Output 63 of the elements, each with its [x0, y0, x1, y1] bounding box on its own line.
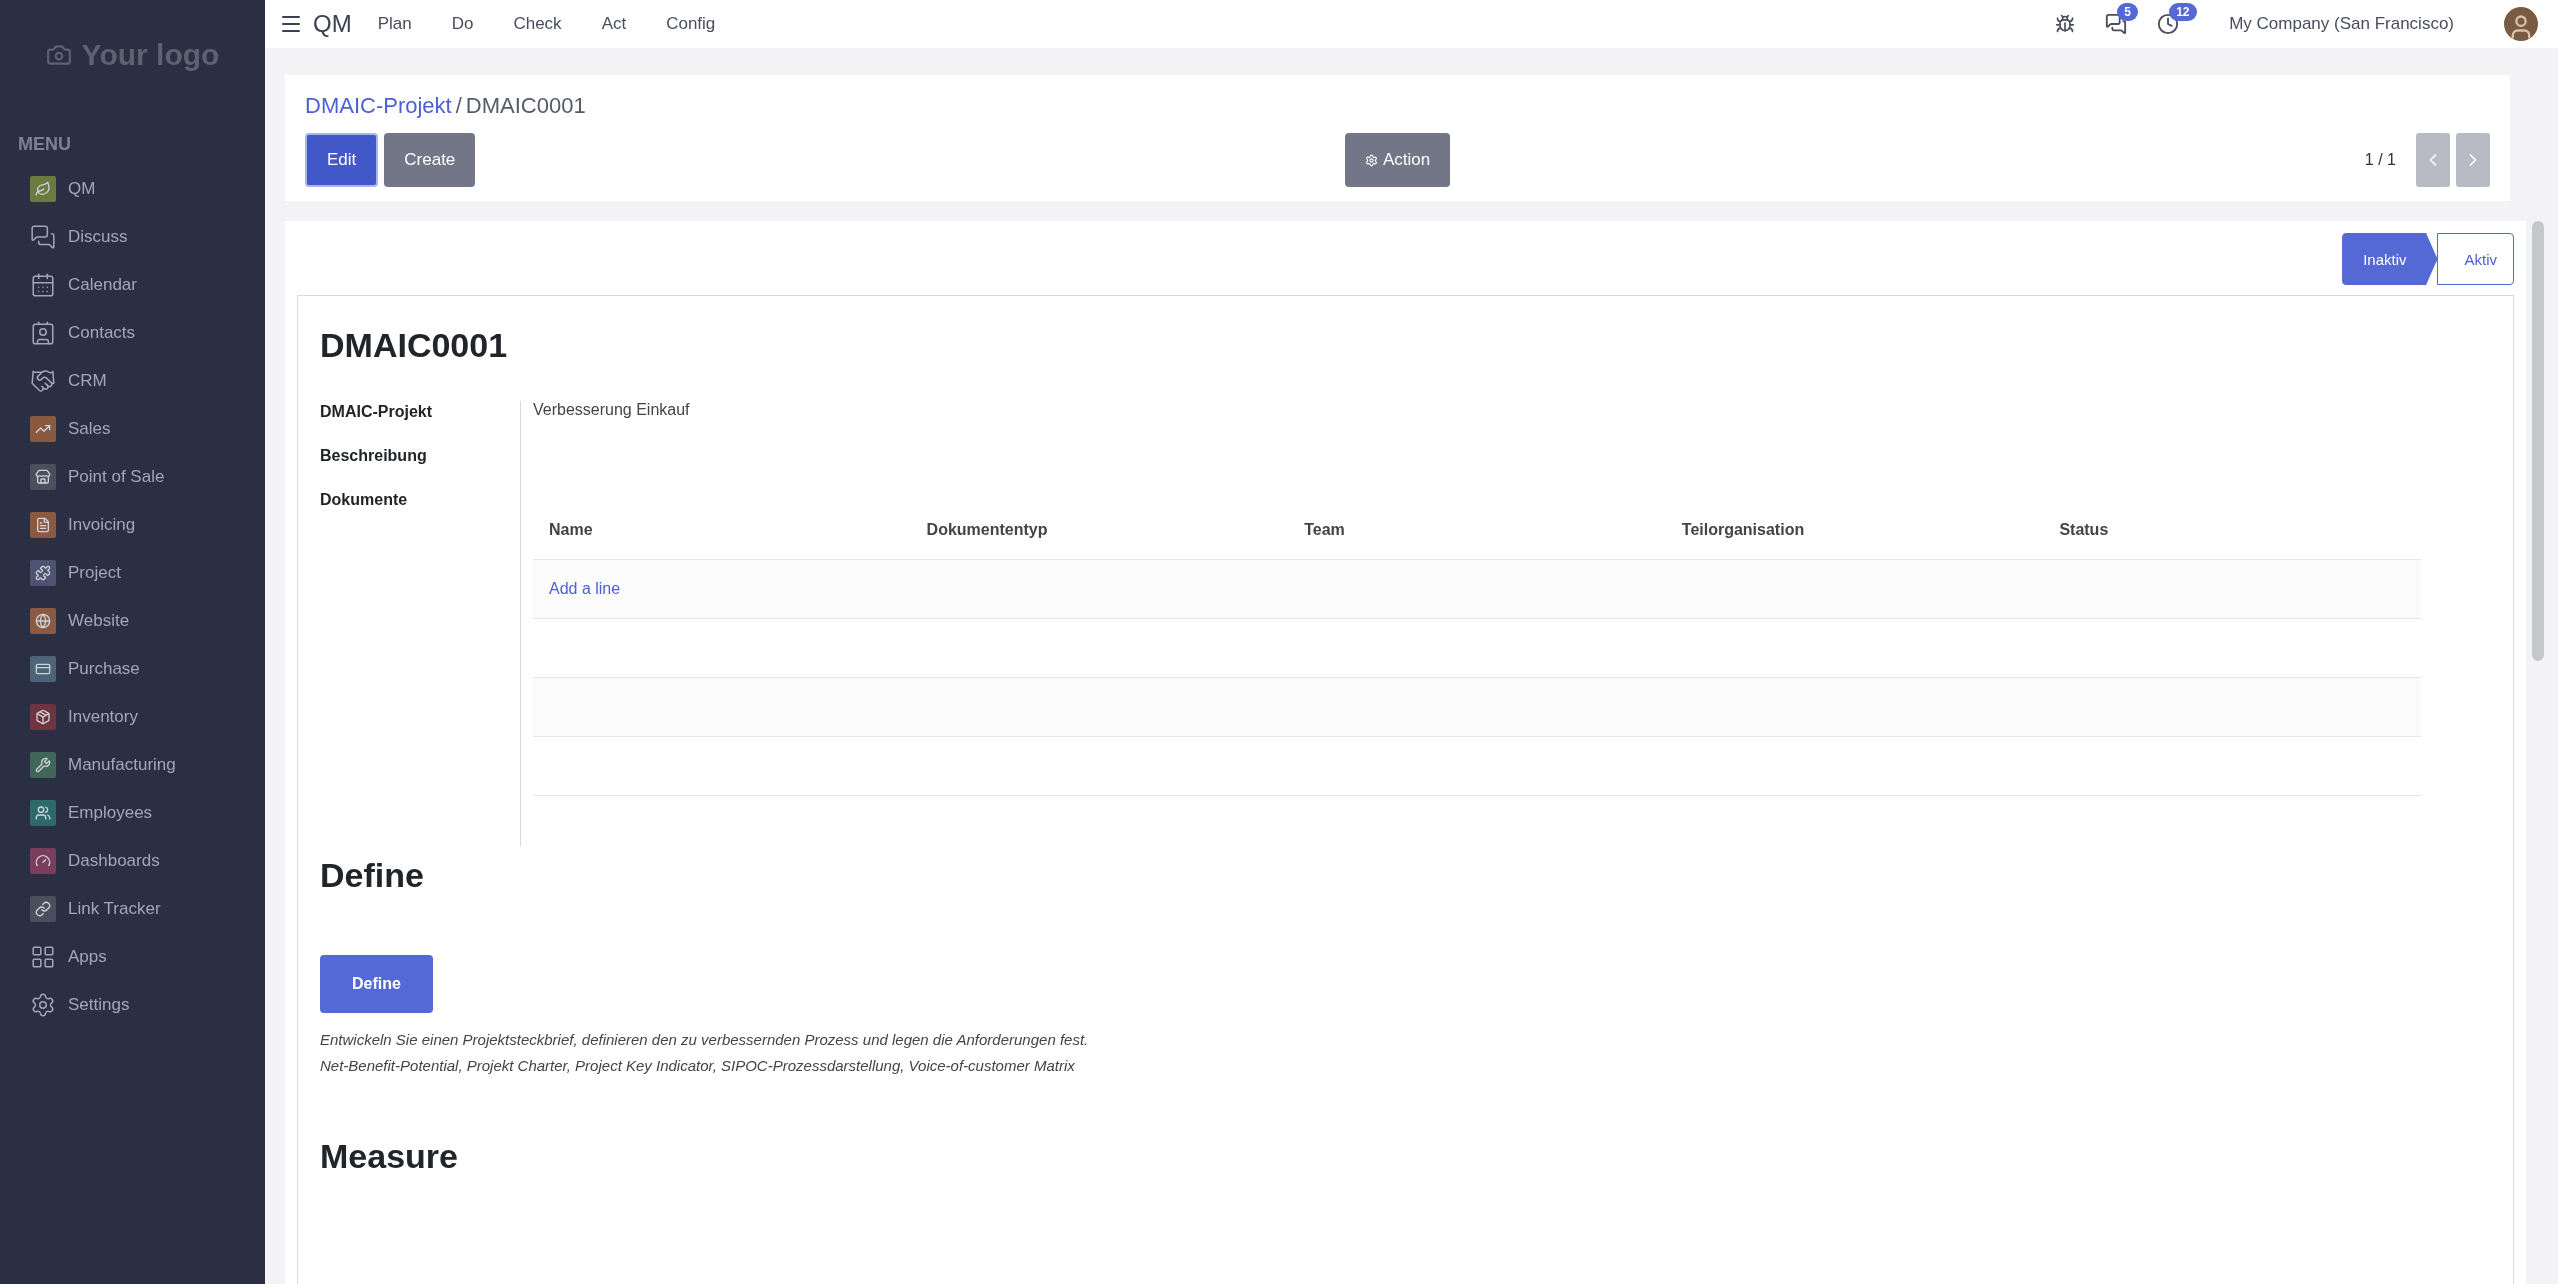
edit-button[interactable]: Edit: [305, 133, 379, 187]
sidebar-item[interactable]: Contacts: [0, 309, 265, 357]
top-menu-item[interactable]: Plan: [377, 14, 412, 34]
section-heading: Measure: [320, 1137, 459, 1176]
pager-text: 1 / 1: [2364, 151, 2396, 169]
scrollbar-thumb[interactable]: [2532, 221, 2544, 661]
sidebar-item[interactable]: Apps: [0, 933, 265, 981]
top-menu-item[interactable]: Config: [666, 14, 716, 34]
sidebar-item[interactable]: CRM: [0, 357, 265, 405]
calendar-icon: [30, 272, 56, 298]
sidebar-item[interactable]: Manufacturing: [0, 741, 265, 789]
camera-icon: [45, 42, 72, 68]
sidebar-item[interactable]: Project: [0, 549, 265, 597]
grid-icon: [30, 944, 56, 970]
top-menu-item[interactable]: Check: [513, 14, 562, 34]
field-label: DMAIC-Projekt: [320, 403, 433, 421]
top-menu-item[interactable]: Act: [601, 14, 627, 34]
handshake-icon: [30, 368, 56, 394]
sidebar-item[interactable]: Dashboards: [0, 837, 265, 885]
sidebar-item[interactable]: Point of Sale: [0, 453, 265, 501]
action-button[interactable]: Action: [1344, 133, 1451, 187]
sidebar-item[interactable]: Sales: [0, 405, 265, 453]
column-header[interactable]: Dokumententyp: [910, 521, 1289, 539]
field-label: Dokumente: [320, 491, 409, 509]
status-stage[interactable]: Aktiv: [2437, 233, 2514, 285]
field-label: Beschreibung: [320, 447, 428, 465]
sidebar-item[interactable]: Discuss: [0, 213, 265, 261]
add-line-link[interactable]: Add a line: [533, 580, 911, 598]
avatar[interactable]: [2504, 7, 2538, 41]
section-heading: Define: [320, 856, 425, 895]
sidebar-item[interactable]: Settings: [0, 981, 265, 1029]
column-header[interactable]: Name: [533, 521, 911, 539]
sidebar-item[interactable]: Inventory: [0, 693, 265, 741]
menu-heading: MENU: [17, 133, 72, 156]
record-title: DMAIC0001: [320, 326, 509, 365]
chat-icon: [30, 224, 56, 250]
status-stage[interactable]: Inaktiv: [2342, 233, 2438, 285]
breadcrumb-separator: /: [455, 93, 462, 119]
breadcrumb-current: DMAIC0001: [465, 93, 586, 119]
app-title: QM: [313, 10, 352, 38]
column-header[interactable]: Status: [2043, 521, 2421, 539]
define-button[interactable]: Define: [320, 955, 433, 1013]
message-count: 5: [2117, 3, 2138, 21]
column-header[interactable]: Teilorganisation: [1665, 521, 2044, 539]
field-value: Verbesserung Einkauf: [533, 401, 691, 420]
gear-icon: [1364, 153, 1378, 167]
sidebar-item[interactable]: Employees: [0, 789, 265, 837]
sidebar-item[interactable]: QM: [0, 165, 265, 213]
settings-icon: [30, 992, 56, 1018]
breadcrumb-link[interactable]: DMAIC-Projekt: [305, 93, 452, 119]
sidebar-item[interactable]: Invoicing: [0, 501, 265, 549]
contact-card-icon: [30, 320, 56, 346]
section-description: Entwickeln Sie einen Projektsteckbrief, definieren den zu verbessernden Prozess und legen die Anforderungen fest. Net-Benefit-Potential, Projekt Charter, Project Key Indicator, SIPOC-Prozessdarstellung, Voice-of-customer Matrix: [320, 1030, 1090, 1076]
activity-count: 12: [2169, 3, 2197, 21]
create-button[interactable]: Create: [384, 133, 476, 187]
sidebar-item[interactable]: Link Tracker: [0, 885, 265, 933]
sidebar-item[interactable]: Calendar: [0, 261, 265, 309]
column-header[interactable]: Team: [1288, 521, 1666, 539]
sidebar-item[interactable]: Website: [0, 597, 265, 645]
company-switcher[interactable]: My Company (San Francisco): [2229, 14, 2454, 34]
top-menu-item[interactable]: Do: [451, 14, 474, 34]
bug-icon[interactable]: [2055, 14, 2076, 34]
sidebar-item[interactable]: Purchase: [0, 645, 265, 693]
